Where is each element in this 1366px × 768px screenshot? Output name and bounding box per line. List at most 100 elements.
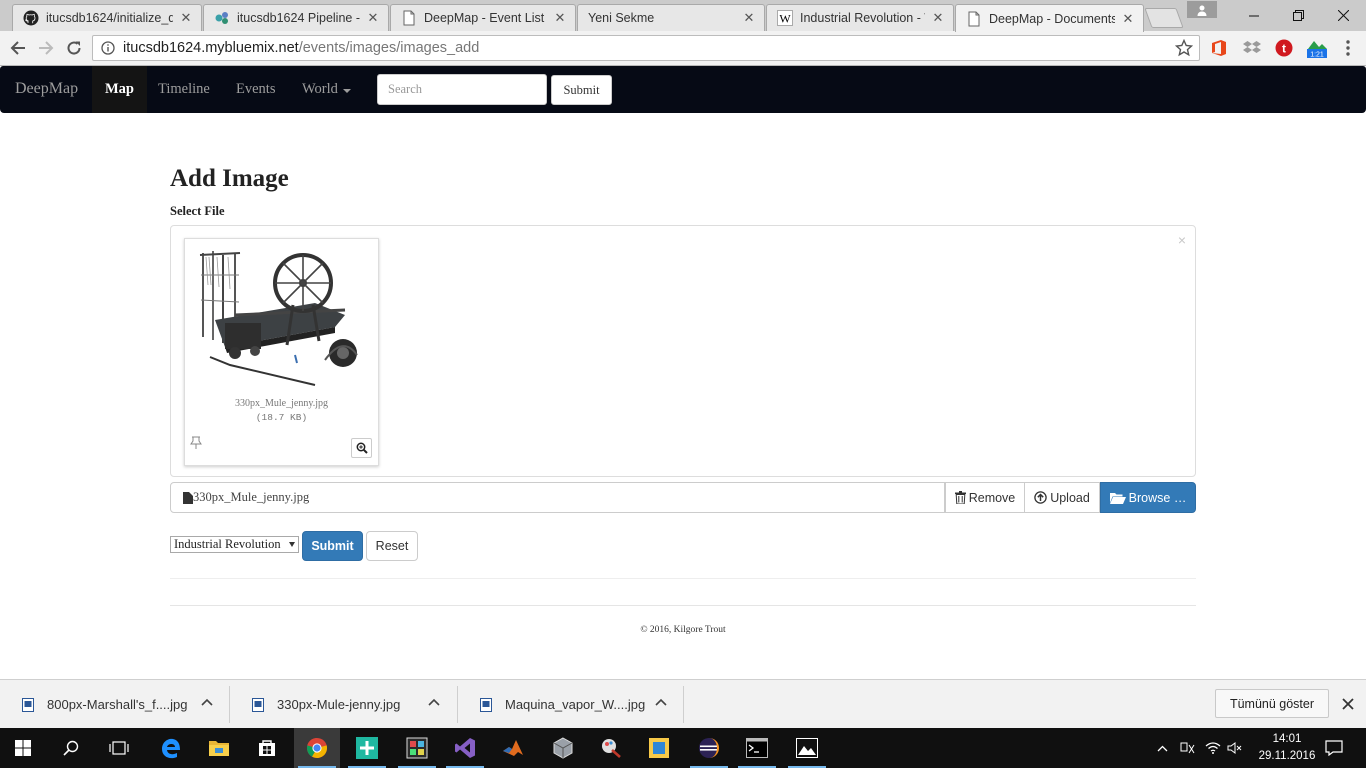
upload-label: Upload xyxy=(1050,490,1090,505)
browser-tab-new[interactable]: Yeni Sekme ✕ xyxy=(577,4,765,31)
wifi-icon[interactable] xyxy=(1202,728,1224,768)
app-plus-icon[interactable] xyxy=(344,728,390,768)
preview-filename: 330px_Mule_jenny.jpg xyxy=(235,398,328,409)
zoom-icon[interactable] xyxy=(351,438,372,458)
browser-tab-documents[interactable]: DeepMap - Documents ✕ xyxy=(955,4,1144,32)
browser-tab-pipeline[interactable]: itucsdb1624 Pipeline - I ✕ xyxy=(203,4,389,31)
info-icon[interactable] xyxy=(101,41,115,55)
edge-icon[interactable] xyxy=(148,728,194,768)
extension-t-icon[interactable]: t xyxy=(1274,38,1294,58)
chrome-icon[interactable] xyxy=(294,728,340,768)
virtualbox-icon[interactable] xyxy=(540,728,586,768)
navbar-brand[interactable]: DeepMap xyxy=(15,80,78,98)
file-preview-thumbnail: 330px_Mule_jenny.jpg (18.7 KB) xyxy=(184,238,379,466)
close-icon[interactable] xyxy=(1338,694,1358,714)
nav-item-timeline[interactable]: Timeline xyxy=(145,66,223,113)
store-icon[interactable] xyxy=(244,728,290,768)
github-icon xyxy=(23,10,39,26)
windows-taskbar: 14:01 29.11.2016 xyxy=(0,728,1366,768)
forward-arrow-icon[interactable] xyxy=(34,36,58,60)
browser-tab-wikipedia[interactable]: W Industrial Revolution - W ✕ xyxy=(766,4,954,31)
action-center-icon[interactable] xyxy=(1322,728,1346,768)
download-item[interactable]: 800px-Marshall's_f....jpg xyxy=(0,686,230,723)
app-tool-icon[interactable] xyxy=(394,728,440,768)
office-icon[interactable] xyxy=(1209,38,1229,58)
file-explorer-icon[interactable] xyxy=(196,728,242,768)
minimize-icon[interactable] xyxy=(1231,2,1276,30)
event-select-value: Industrial Revolution xyxy=(174,537,281,551)
browser-tab-github[interactable]: itucsdb1624/initialize_d ✕ xyxy=(12,4,202,31)
new-tab-button[interactable] xyxy=(1144,8,1184,28)
menu-icon[interactable] xyxy=(1338,38,1358,58)
upload-icon xyxy=(1034,491,1047,504)
timer-extension-icon[interactable]: 1:21 xyxy=(1305,38,1329,59)
close-icon[interactable]: ✕ xyxy=(553,10,567,25)
image-file-icon xyxy=(22,697,34,712)
remove-button[interactable]: Remove xyxy=(945,482,1025,513)
restore-icon[interactable] xyxy=(1276,2,1321,30)
nav-item-map[interactable]: Map xyxy=(92,66,147,113)
reload-icon[interactable] xyxy=(62,36,86,60)
volume-muted-icon[interactable] xyxy=(1224,728,1246,768)
matlab-icon[interactable] xyxy=(490,728,536,768)
command-prompt-icon[interactable] xyxy=(734,728,780,768)
download-item[interactable]: Maquina_vapor_W....jpg xyxy=(458,686,684,723)
tab-title: Industrial Revolution - W xyxy=(800,11,925,25)
close-icon[interactable]: ✕ xyxy=(366,10,380,25)
browse-button[interactable]: Browse … xyxy=(1100,482,1196,513)
app-window-icon[interactable] xyxy=(636,728,682,768)
address-bar[interactable]: itucsdb1624.mybluemix.net/events/images/… xyxy=(92,35,1200,61)
search-submit-button[interactable]: Submit xyxy=(551,75,612,105)
search-input[interactable] xyxy=(377,74,547,105)
close-icon[interactable]: ✕ xyxy=(931,10,945,25)
close-icon[interactable]: × xyxy=(1178,232,1186,248)
nav-item-world[interactable]: World xyxy=(289,66,364,113)
tab-title: itucsdb1624/initialize_d xyxy=(46,11,173,25)
search-icon[interactable] xyxy=(48,728,94,768)
clock-time: 14:01 xyxy=(1272,733,1302,745)
close-icon[interactable]: ✕ xyxy=(742,10,756,25)
browse-label: Browse … xyxy=(1128,490,1187,505)
divider xyxy=(170,605,1196,606)
windows-start-icon[interactable] xyxy=(0,728,46,768)
image-file-icon xyxy=(252,697,264,712)
bluemix-icon xyxy=(214,10,230,26)
back-arrow-icon[interactable] xyxy=(6,36,30,60)
download-filename: 800px-Marshall's_f....jpg xyxy=(47,697,188,712)
svg-text:t: t xyxy=(1282,42,1286,56)
page-title: Add Image xyxy=(170,165,289,192)
event-select[interactable]: Industrial Revolution xyxy=(170,536,299,553)
chevron-up-icon[interactable] xyxy=(201,698,213,706)
upload-button[interactable]: Upload xyxy=(1024,482,1100,513)
svg-text:W: W xyxy=(779,12,791,26)
download-item[interactable]: 330px-Mule-jenny.jpg xyxy=(230,686,458,723)
photos-icon[interactable] xyxy=(784,728,830,768)
show-all-downloads-button[interactable]: Tümünü göster xyxy=(1215,689,1329,718)
file-preview-zone[interactable]: × 330px_Mule_jenny.jpg (18.7 KB) xyxy=(170,225,1196,477)
clock-date: 29.11.2016 xyxy=(1258,750,1316,762)
close-icon[interactable]: ✕ xyxy=(1121,11,1135,26)
bookmark-star-icon[interactable] xyxy=(1174,38,1194,61)
submit-button[interactable]: Submit xyxy=(302,531,363,561)
drag-handle-icon[interactable] xyxy=(190,436,202,455)
tray-chevron-up-icon[interactable] xyxy=(1152,728,1172,768)
tab-title: itucsdb1624 Pipeline - I xyxy=(237,11,360,25)
visual-studio-icon[interactable] xyxy=(442,728,488,768)
close-icon[interactable]: ✕ xyxy=(179,10,193,25)
tab-title: DeepMap - Documents xyxy=(989,11,1115,26)
eclipse-icon[interactable] xyxy=(686,728,732,768)
dropbox-icon[interactable] xyxy=(1242,38,1262,58)
chevron-up-icon[interactable] xyxy=(428,698,440,706)
paint-tool-icon[interactable] xyxy=(588,728,634,768)
profile-icon[interactable] xyxy=(1187,1,1217,18)
chevron-up-icon[interactable] xyxy=(655,698,667,706)
file-caption[interactable]: 330px_Mule_jenny.jpg xyxy=(170,482,945,513)
input-language-icon[interactable] xyxy=(1176,728,1200,768)
nav-item-events[interactable]: Events xyxy=(223,66,288,113)
close-window-icon[interactable] xyxy=(1321,2,1366,30)
taskbar-clock[interactable]: 14:01 29.11.2016 xyxy=(1257,731,1317,765)
spinning-mule-image xyxy=(195,245,367,391)
task-view-icon[interactable] xyxy=(96,728,142,768)
reset-button[interactable]: Reset xyxy=(366,531,418,561)
browser-tab-event-list[interactable]: DeepMap - Event List ✕ xyxy=(390,4,576,31)
